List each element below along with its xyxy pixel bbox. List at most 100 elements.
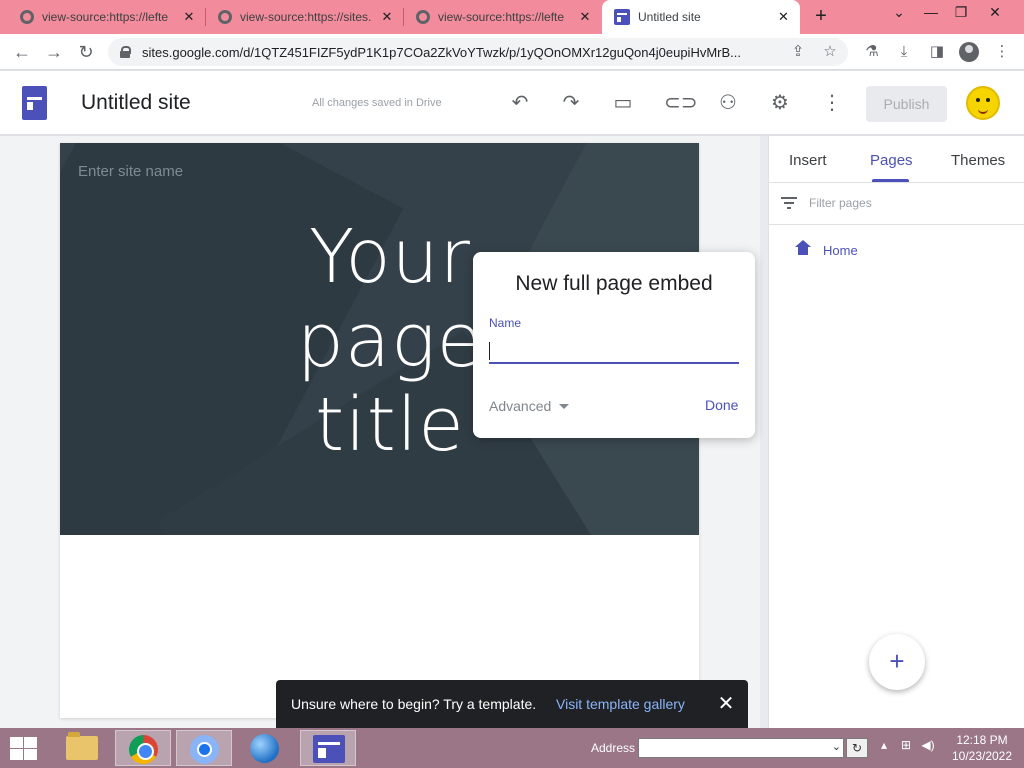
taskbar-file-explorer[interactable] (54, 730, 110, 766)
advanced-toggle[interactable]: Advanced (489, 398, 570, 414)
download-icon[interactable]: ⤓ (894, 42, 914, 62)
canvas-scrollbar[interactable] (760, 136, 768, 728)
tab-themes[interactable]: Themes (951, 152, 1005, 169)
visit-template-gallery-link[interactable]: Visit template gallery (556, 696, 685, 712)
side-panel-icon[interactable]: ◨ (927, 42, 947, 62)
tab-label: view-source:https://lefte (42, 10, 169, 24)
labs-flask-icon[interactable]: ⚗ (862, 42, 882, 62)
publish-button[interactable]: Publish (866, 86, 947, 122)
avatar[interactable] (966, 86, 1000, 120)
preview-devices-icon[interactable]: ▭ (611, 91, 635, 115)
chevron-down-icon[interactable]: ⌄ (832, 740, 841, 753)
address-toolbar-label: Address (591, 741, 636, 755)
minimize-icon[interactable]: — (916, 4, 946, 20)
name-field[interactable] (489, 336, 739, 364)
forward-arrow-icon[interactable]: → (42, 40, 66, 64)
page-title-line: Your (309, 214, 471, 300)
clock-time[interactable]: 12:18 PM (952, 733, 1012, 747)
filter-divider (769, 224, 1024, 225)
close-icon[interactable]: ✕ (714, 692, 738, 716)
name-field-label: Name (489, 316, 522, 330)
site-title[interactable]: Untitled site (81, 91, 191, 115)
browser-tab-3[interactable]: view-source:https://lefte ✕ (396, 0, 602, 34)
tab-label: view-source:https://lefte (438, 10, 565, 24)
network-icon[interactable]: ⊞ (898, 738, 914, 752)
globe-favicon-icon (20, 10, 34, 24)
page-title[interactable]: Your page title (290, 215, 490, 467)
advanced-label: Advanced (489, 398, 552, 414)
side-panel: Insert Pages Themes Filter pages Home + (768, 136, 1024, 728)
page-title-line: page (296, 298, 484, 384)
tab-label: view-source:https://sites. (240, 10, 372, 24)
windows-taskbar: Address ⌄ ↻ ▴ ⊞ ◀) 12:18 PM 10/23/2022 (0, 728, 1024, 768)
link-icon[interactable]: ⊂⊃ (664, 91, 698, 115)
volume-icon[interactable]: ◀) (920, 738, 936, 752)
close-icon[interactable]: ✕ (578, 9, 592, 25)
tab-label: Untitled site (638, 10, 701, 24)
tab-insert[interactable]: Insert (789, 152, 827, 169)
template-snackbar: Unsure where to begin? Try a template. V… (276, 680, 748, 728)
more-vert-icon[interactable]: ⋮ (992, 42, 1012, 62)
undo-icon[interactable]: ↶ (508, 91, 532, 115)
more-vert-icon[interactable]: ⋮ (820, 91, 844, 115)
caret-down-icon (559, 403, 570, 409)
filter-icon[interactable] (781, 196, 797, 210)
browser-tab-2[interactable]: view-source:https://sites. ✕ (198, 0, 404, 34)
tray-expand-icon[interactable]: ▴ (876, 738, 892, 752)
done-button[interactable]: Done (705, 397, 738, 413)
lock-icon[interactable] (120, 46, 131, 58)
close-icon[interactable]: ✕ (182, 9, 196, 25)
clock-date[interactable]: 10/23/2022 (948, 749, 1016, 763)
new-page-embed-dialog: New full page embed Name Advanced Done (473, 252, 755, 438)
google-sites-favicon-icon (614, 9, 630, 25)
taskbar-address-input[interactable]: ⌄ (638, 738, 844, 758)
new-tab-button[interactable]: + (810, 6, 832, 28)
restore-icon[interactable]: ❐ (946, 4, 976, 21)
bookmark-star-icon[interactable]: ☆ (820, 42, 840, 62)
windows-start-icon[interactable] (8, 736, 38, 762)
dialog-title: New full page embed (515, 272, 713, 295)
share-with-others-icon[interactable]: ⚇ (716, 91, 740, 115)
chrome-canary-icon (190, 735, 219, 764)
browser-toolbar: ← → ↻ sites.google.com/d/1QTZ451FIZF5ydP… (0, 34, 1024, 70)
redo-icon[interactable]: ↷ (559, 91, 583, 115)
tabs-divider (769, 182, 1024, 183)
settings-gear-icon[interactable]: ⚙ (768, 91, 792, 115)
page-item-home[interactable]: Home (823, 243, 858, 258)
url-text[interactable]: sites.google.com/d/1QTZ451FIZF5ydP1K1p7C… (142, 45, 782, 60)
google-sites-icon (313, 735, 345, 763)
globe-favicon-icon (218, 10, 232, 24)
home-icon (795, 240, 811, 256)
taskbar-google-sites[interactable] (300, 730, 356, 766)
taskbar-browser[interactable] (237, 730, 293, 766)
browser-tab-strip: view-source:https://lefte ✕ view-source:… (0, 0, 1024, 34)
browser-tab-1[interactable]: view-source:https://lefte ✕ (0, 0, 206, 34)
save-status: All changes saved in Drive (312, 97, 442, 109)
profile-icon[interactable] (959, 42, 979, 62)
close-icon[interactable]: ✕ (777, 9, 790, 25)
tab-search-chevron-icon[interactable]: ⌄ (884, 4, 914, 21)
taskbar-chrome[interactable] (115, 730, 171, 766)
snackbar-message: Unsure where to begin? Try a template. (291, 696, 537, 712)
add-page-button[interactable]: + (869, 634, 925, 690)
page-title-line: title (315, 382, 465, 468)
share-icon[interactable]: ⇪ (788, 42, 808, 62)
taskbar-chrome-2[interactable] (176, 730, 232, 766)
address-bar[interactable]: sites.google.com/d/1QTZ451FIZF5ydP1K1p7C… (108, 38, 848, 66)
globe-icon (250, 734, 279, 763)
back-arrow-icon[interactable]: ← (10, 40, 34, 64)
tab-pages[interactable]: Pages (870, 152, 913, 169)
google-sites-logo-icon[interactable] (22, 86, 47, 120)
refresh-icon[interactable]: ↻ (846, 738, 868, 758)
globe-favicon-icon (416, 10, 430, 24)
text-caret (489, 342, 490, 360)
filter-pages-input[interactable]: Filter pages (809, 196, 872, 210)
close-window-icon[interactable]: ✕ (980, 4, 1010, 21)
folder-icon (66, 732, 98, 760)
browser-tab-active[interactable]: Untitled site ✕ (602, 0, 800, 34)
site-name-placeholder[interactable]: Enter site name (78, 163, 183, 180)
reload-icon[interactable]: ↻ (74, 40, 98, 64)
chrome-icon (129, 735, 158, 764)
close-icon[interactable]: ✕ (380, 9, 394, 25)
sites-header: Untitled site All changes saved in Drive… (0, 71, 1024, 135)
